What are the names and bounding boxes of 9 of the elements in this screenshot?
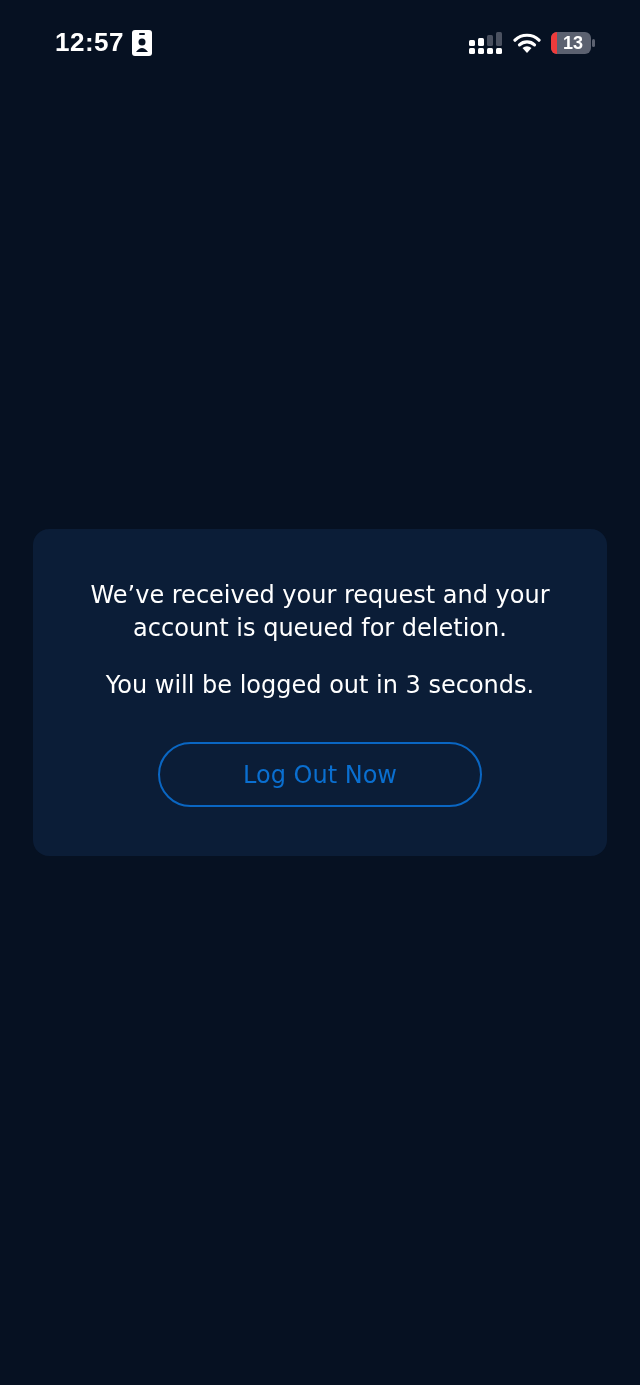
battery-icon <box>551 31 596 54</box>
wifi-icon <box>513 32 541 53</box>
id-badge-icon <box>132 29 152 56</box>
signal-icon <box>469 31 503 54</box>
log-out-button[interactable]: Log Out Now <box>158 742 482 807</box>
battery-percentage: 13 <box>563 32 583 53</box>
clock-time: 12:57 <box>55 27 124 58</box>
message-text: You will be logged out in 3 seconds. <box>105 670 535 701</box>
message-text: We’ve received your request and your account is queued for deletion. <box>89 580 551 644</box>
